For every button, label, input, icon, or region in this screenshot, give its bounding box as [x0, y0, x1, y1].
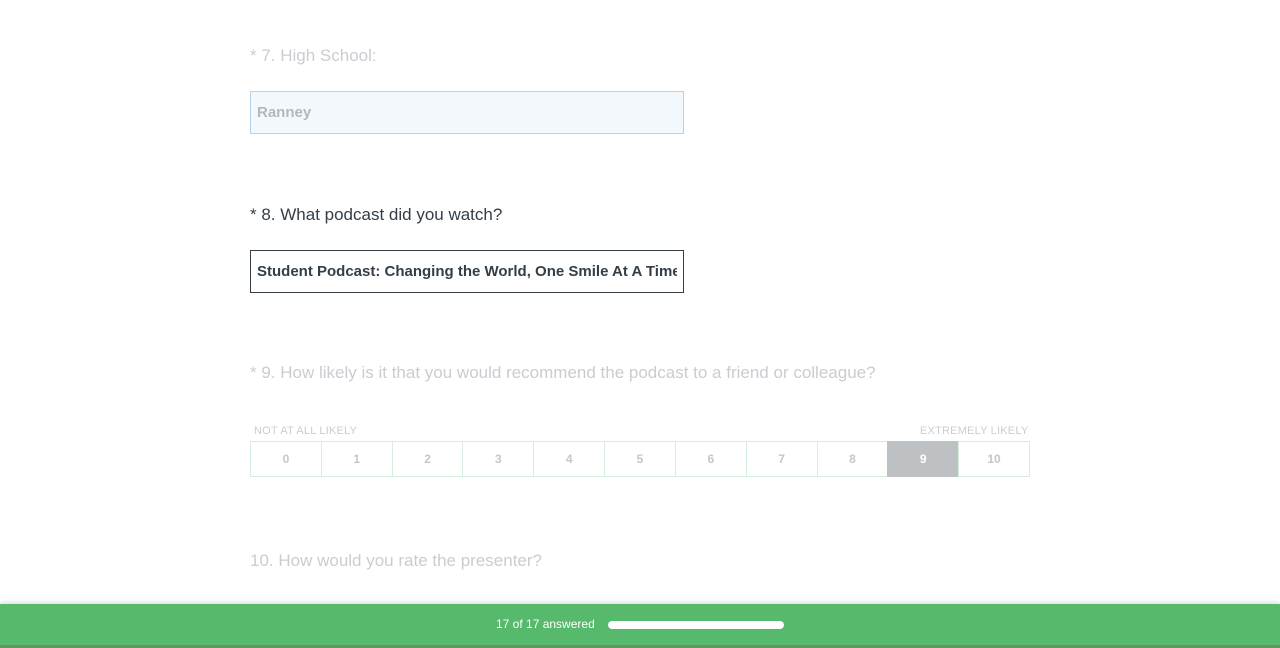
- scale-option-0[interactable]: 0: [250, 441, 322, 477]
- scale-option-6[interactable]: 6: [674, 441, 747, 477]
- scale-option-7[interactable]: 7: [745, 441, 818, 477]
- scale-option-5[interactable]: 5: [604, 441, 676, 477]
- progress-footer: 17 of 17 answered: [0, 604, 1280, 648]
- scale-option-4[interactable]: 4: [533, 441, 606, 477]
- scale-option-9[interactable]: 9: [887, 441, 960, 477]
- scale-option-2[interactable]: 2: [391, 441, 464, 477]
- recommend-scale: 0 1 2 3 4 5 6 7 8 9 10: [250, 441, 1030, 477]
- progress-bar-fill: [608, 621, 784, 629]
- question-10-title: 10. How would you rate the presenter?: [250, 551, 543, 570]
- scale-option-3[interactable]: 3: [462, 441, 535, 477]
- scale-option-1[interactable]: 1: [320, 441, 393, 477]
- scale-option-10[interactable]: 10: [958, 441, 1030, 477]
- scale-option-8[interactable]: 8: [816, 441, 889, 477]
- progress-text: 17 of 17 answered: [496, 617, 595, 631]
- podcast-input[interactable]: [250, 250, 684, 293]
- question-7-title: * 7. High School:: [250, 46, 377, 65]
- progress-bar: [608, 621, 784, 629]
- survey-page: * 7. High School: * 8. What podcast did …: [0, 0, 1280, 648]
- high-school-input[interactable]: [250, 91, 684, 134]
- question-8-title: * 8. What podcast did you watch?: [250, 205, 503, 224]
- question-9-title: * 9. How likely is it that you would rec…: [250, 363, 876, 382]
- scale-high-label: EXTREMELY LIKELY: [920, 425, 1029, 437]
- scale-low-label: NOT AT ALL LIKELY: [254, 425, 358, 437]
